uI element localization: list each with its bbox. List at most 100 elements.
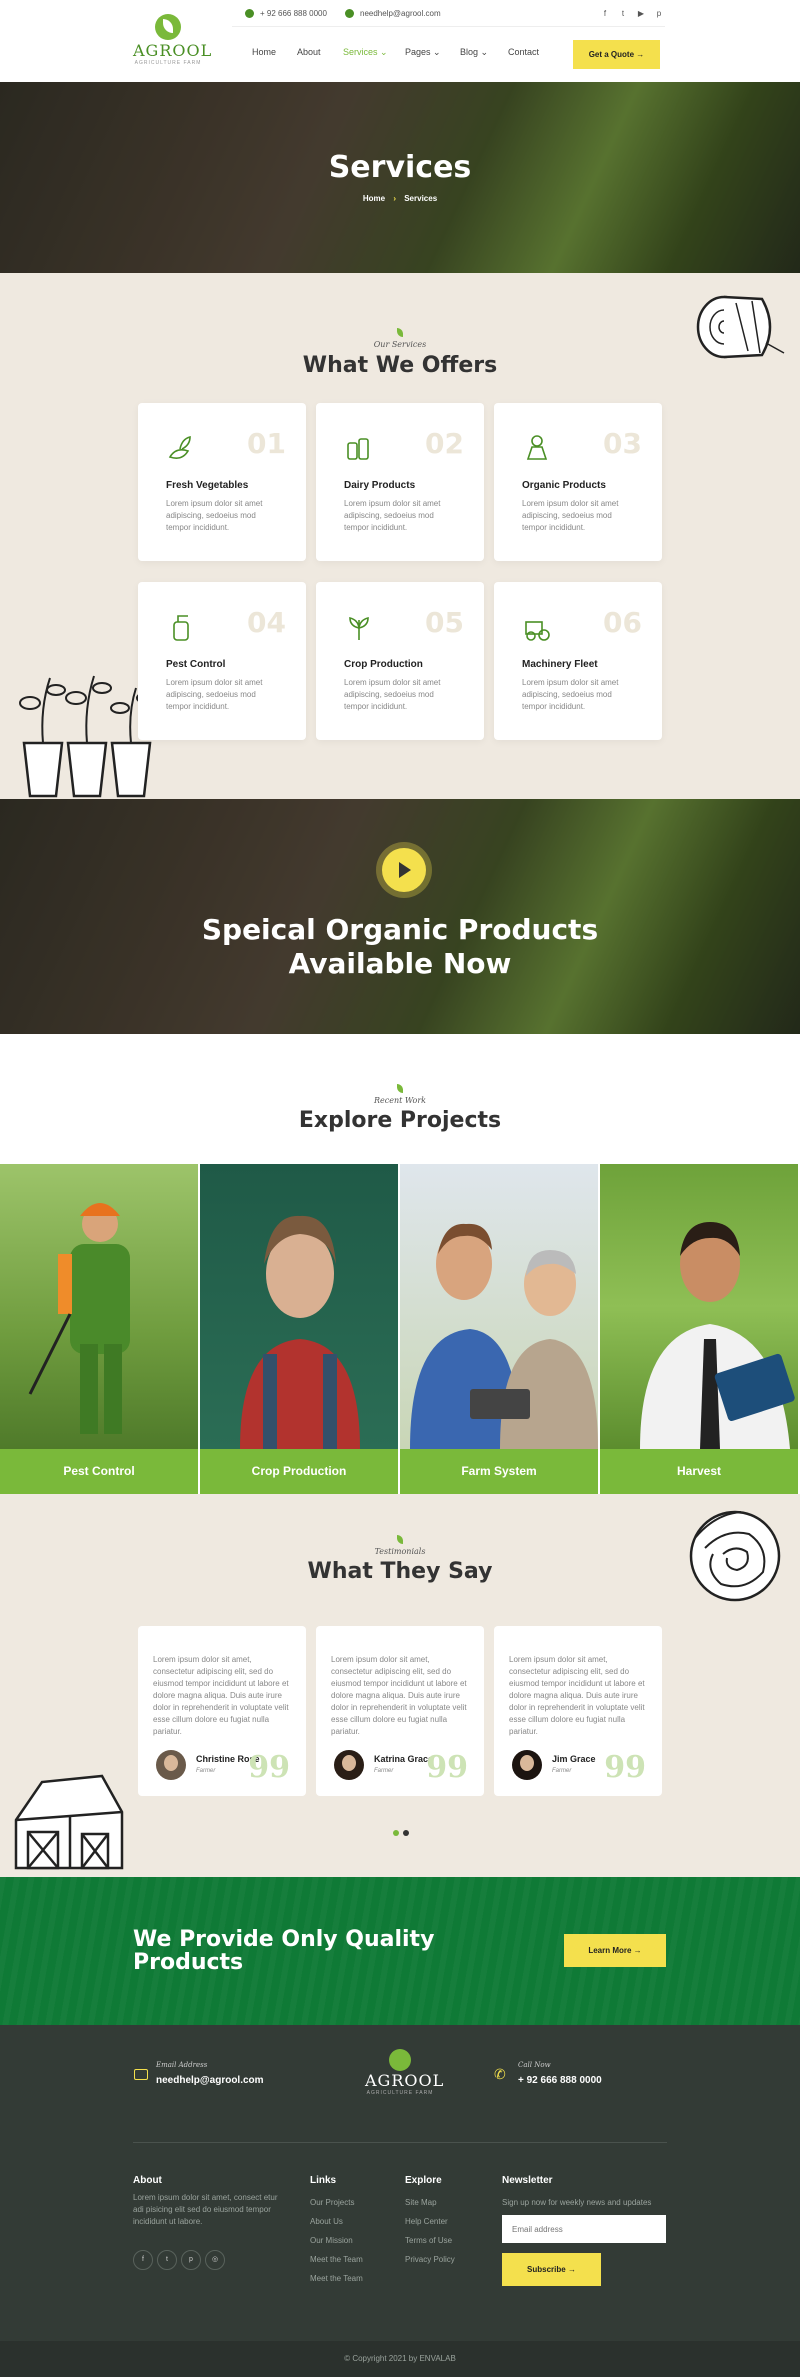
quality-banner: We Provide Only Quality Products Learn M… (0, 1877, 800, 2025)
nav-pages[interactable]: Pages ⌄ (405, 47, 441, 58)
breadcrumb-current: Services (404, 194, 438, 203)
breadcrumb-home[interactable]: Home (363, 194, 385, 203)
testimonial-name: Katrina Grace (374, 1754, 434, 1764)
testimonials-section: Testimonials What They Say Lorem ipsum d… (0, 1494, 800, 1877)
get-quote-label: Get a Quote (588, 50, 635, 59)
service-number: 04 (247, 606, 286, 639)
facebook-icon[interactable]: f (599, 9, 611, 18)
footer-link[interactable]: Our Mission (310, 2236, 353, 2245)
arrow-right-icon: → (567, 2265, 576, 2274)
testimonial-text: Lorem ipsum dolor sit amet, consectetur … (509, 1655, 645, 1736)
twitter-icon[interactable]: t (157, 2250, 177, 2270)
promo-line-2: Available Now (288, 947, 512, 980)
projects-subtitle-text: Recent Work (373, 1096, 427, 1105)
footer-call-value[interactable]: + 92 666 888 0000 (518, 2075, 602, 2086)
footer-link[interactable]: Our Projects (310, 2198, 354, 2207)
project-card[interactable]: Harvest (600, 1164, 798, 1494)
footer-link[interactable]: About Us (310, 2217, 343, 2226)
project-card[interactable]: Farm System (400, 1164, 598, 1494)
nav-contact[interactable]: Contact (508, 47, 539, 57)
service-text: Lorem ipsum dolor sit amet adipiscing, s… (344, 678, 441, 711)
carousel-dot-active[interactable] (393, 1830, 399, 1836)
newsletter-text: Sign up now for weekly news and updates (502, 2198, 652, 2207)
twitter-icon[interactable]: t (617, 9, 629, 18)
footer-explore-title: Explore (405, 2175, 442, 2186)
footer-explore-link[interactable]: Site Map (405, 2198, 437, 2207)
quote-icon: 99 (248, 1750, 290, 1785)
service-number: 06 (603, 606, 642, 639)
cabbage-icon (689, 1510, 781, 1602)
subscribe-button[interactable]: Subscribe → (502, 2253, 601, 2286)
nav-services[interactable]: Services ⌄ (343, 47, 388, 58)
project-card[interactable]: Crop Production (200, 1164, 398, 1494)
chevron-down-icon: ⌄ (433, 47, 441, 57)
service-card[interactable]: 04 Pest Control Lorem ipsum dolor sit amet… (138, 582, 306, 740)
video-play-button[interactable] (382, 848, 426, 892)
nav-about[interactable]: About (297, 47, 321, 57)
header-divider (232, 26, 665, 27)
service-card[interactable]: 02 Dairy Products Lorem ipsum dolor sit am… (316, 403, 484, 561)
farmer-spraying-illustration (28, 1203, 130, 1434)
service-title: Fresh Vegetables (166, 480, 249, 491)
chevron-down-icon: ⌄ (380, 47, 388, 57)
service-text: Lorem ipsum dolor sit amet adipiscing, s… (522, 499, 619, 532)
services-title: What We Offers (302, 353, 498, 378)
header-phone[interactable]: + 92 666 888 0000 (245, 9, 327, 19)
service-card[interactable]: 06 Machinery Fleet Lorem ipsum dolor sit a… (494, 582, 662, 740)
footer-explore-link[interactable]: Privacy Policy (405, 2255, 455, 2264)
newsletter-email-input[interactable] (502, 2215, 666, 2243)
header-phone-text: + 92 666 888 0000 (260, 9, 327, 18)
facebook-icon[interactable]: f (133, 2250, 153, 2270)
breadcrumb-separator: › (393, 194, 396, 203)
avatar (156, 1750, 186, 1780)
leaf-logo-icon (155, 14, 181, 40)
site-header: AGROOL AGRICULTURE FARM + 92 666 888 000… (0, 0, 800, 82)
leaf-logo-icon (389, 2049, 411, 2071)
project-card[interactable]: Pest Control (0, 1164, 198, 1494)
footer-logo-name: AGROOL (365, 2071, 445, 2090)
testimonials-subtitle: Testimonials (0, 1535, 800, 1556)
header-email[interactable]: needhelp@agrool.com (345, 9, 441, 19)
projects-title: Explore Projects (298, 1108, 502, 1133)
service-card[interactable]: 01 Fresh Vegetables Lorem ipsum dolor sit … (138, 403, 306, 561)
footer-explore-link[interactable]: Help Center (405, 2217, 448, 2226)
service-title: Pest Control (166, 659, 226, 670)
service-number: 05 (425, 606, 464, 639)
project-image (600, 1164, 798, 1449)
footer-logo[interactable]: AGROOL AGRICULTURE FARM (365, 2049, 445, 2096)
phone-icon: ✆ (494, 2066, 506, 2082)
subscribe-label: Subscribe (527, 2265, 566, 2274)
service-title: Dairy Products (344, 480, 416, 491)
footer-email-value[interactable]: needhelp@agrool.com (156, 2075, 264, 2086)
header-socials: f t ▶ p (593, 9, 665, 18)
avatar (512, 1750, 542, 1780)
nav-blog[interactable]: Blog ⌄ (460, 47, 488, 58)
logo-name: AGROOL (133, 41, 213, 60)
learn-more-label: Learn More (588, 1946, 632, 1955)
carousel-dot[interactable] (403, 1830, 409, 1836)
pinterest-icon[interactable]: p (181, 2250, 201, 2270)
pinterest-icon[interactable]: p (653, 9, 665, 18)
youtube-icon[interactable]: ▶ (635, 9, 647, 18)
service-title: Organic Products (522, 480, 606, 491)
site-logo[interactable]: AGROOL AGRICULTURE FARM (133, 14, 213, 70)
footer-link[interactable]: Meet the Team (310, 2255, 363, 2264)
learn-more-button[interactable]: Learn More → (564, 1934, 666, 1967)
quote-icon: 99 (426, 1750, 468, 1785)
nav-home[interactable]: Home (252, 47, 276, 57)
get-quote-button[interactable]: Get a Quote → (573, 40, 660, 69)
project-image (0, 1164, 198, 1449)
service-title: Crop Production (344, 659, 423, 670)
footer-explore-link[interactable]: Terms of Use (405, 2236, 452, 2245)
service-card[interactable]: 03 Organic Products Lorem ipsum dolor sit … (494, 403, 662, 561)
project-image (400, 1164, 598, 1449)
project-label: Pest Control (0, 1449, 198, 1494)
instagram-icon[interactable]: ◎ (205, 2250, 225, 2270)
footer-link[interactable]: Meet the Team (310, 2274, 363, 2283)
arrow-right-icon: → (633, 1946, 642, 1955)
service-card[interactable]: 05 Crop Production Lorem ipsum dolor sit a… (316, 582, 484, 740)
service-number: 03 (603, 427, 642, 460)
arrow-right-icon: → (636, 50, 645, 59)
phone-icon (245, 9, 254, 19)
organic-icon (526, 435, 548, 460)
